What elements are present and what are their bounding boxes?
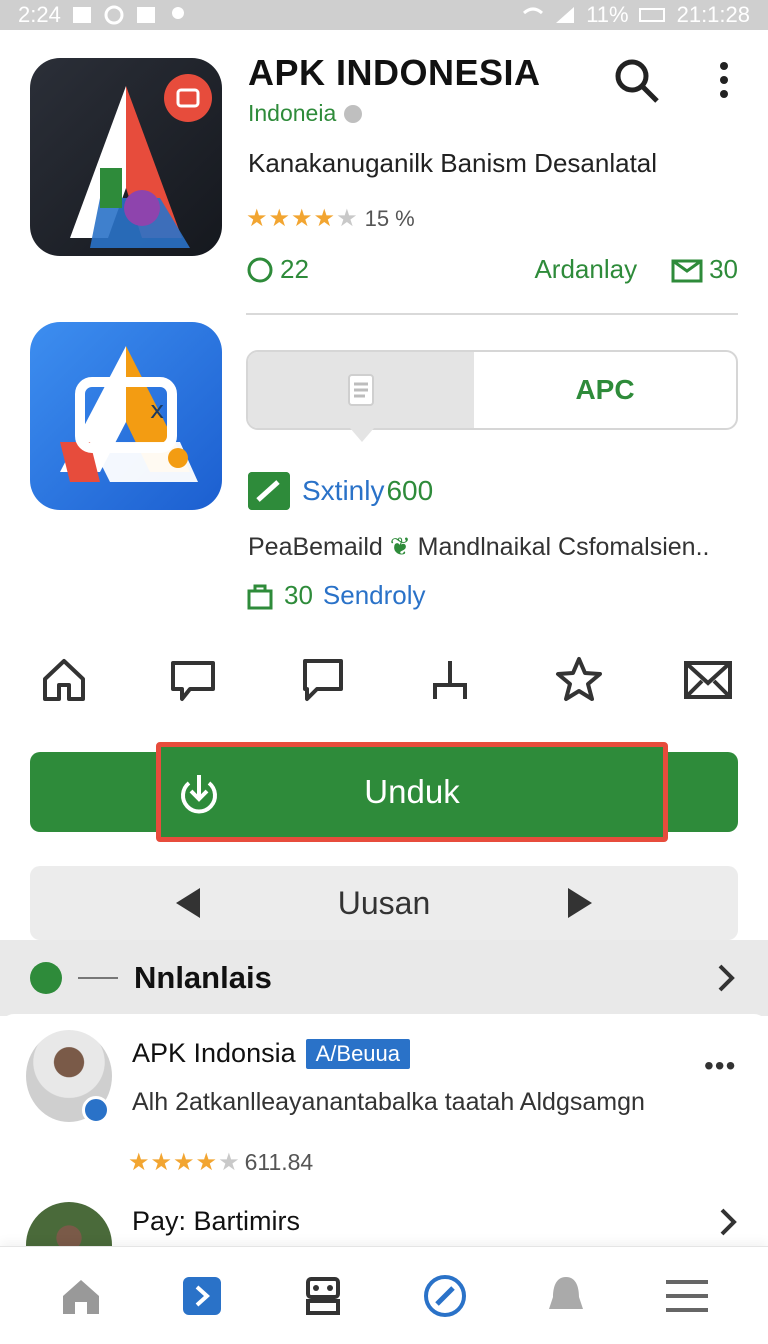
app-logo-icon (70, 74, 212, 248)
update-label[interactable]: Uusan (338, 885, 431, 922)
star-icon (556, 657, 603, 701)
tool-icon (248, 472, 290, 510)
document-icon (348, 374, 374, 406)
status-clock-right: 21:1:28 (676, 2, 750, 27)
wifi-icon (523, 7, 544, 15)
action-icon-row (30, 650, 742, 710)
segment-apc[interactable]: APC (474, 352, 736, 428)
segmented-control: APC (246, 350, 738, 442)
share-action[interactable] (422, 652, 478, 708)
compass-icon (423, 1274, 466, 1317)
nav-explore[interactable] (415, 1266, 475, 1326)
home-action[interactable] (36, 652, 92, 708)
app-logo-secondary-icon: x (60, 346, 198, 482)
download-icon (181, 775, 217, 814)
reviews-title: Nnlanlais (134, 960, 272, 995)
chevron-right-icon (718, 964, 735, 992)
robot-icon (306, 1276, 341, 1315)
feature-label: Sxtinly (302, 475, 385, 506)
store-icon (182, 1276, 221, 1315)
description-label: PeaBemaild (248, 533, 383, 561)
location-icon (171, 7, 184, 19)
sync-icon (104, 5, 124, 25)
battery-icon (638, 8, 665, 22)
bell-icon (548, 1276, 583, 1309)
user-circle-icon (30, 962, 62, 994)
chat-bubble-icon (247, 257, 273, 282)
prev-arrow-icon[interactable] (176, 888, 200, 918)
review-author-name: APK Indonsia (132, 1038, 296, 1068)
update-pager: Uusan (30, 866, 738, 940)
sen-count: 30 (284, 580, 313, 610)
header-dash (78, 977, 118, 979)
nav-notifications[interactable] (536, 1266, 596, 1326)
nav-store[interactable] (172, 1266, 232, 1326)
image-icon (136, 7, 155, 23)
menu-icon (666, 1279, 709, 1312)
home-icon (43, 659, 85, 701)
leaf-icon: ❦ (389, 533, 411, 561)
mail-icon (683, 661, 732, 699)
app-meta-row: 22 Ardanlay 30 (246, 254, 738, 285)
rating-percent: 15 % (364, 205, 415, 231)
app-title: APK INDONESIA (248, 52, 541, 93)
review-author-badge: A/Beuua (305, 1038, 411, 1069)
meta-category[interactable]: Ardanlay (534, 254, 637, 285)
feature-row[interactable]: Sxtinly 600 (248, 472, 433, 510)
chat-action[interactable] (165, 652, 221, 708)
star-rating-icon: ★★★★★ (246, 205, 359, 232)
review-rating-value: 611.84 (244, 1149, 314, 1175)
divider (246, 313, 738, 315)
more-vert-icon[interactable] (714, 60, 734, 100)
app-icon (30, 58, 222, 256)
app-rating: ★★★★★ 15 % (246, 204, 415, 233)
review-author-name[interactable]: Pay: Bartimirs (132, 1206, 300, 1237)
nav-menu[interactable] (657, 1266, 717, 1326)
signal-icon (556, 7, 575, 23)
segment-document[interactable] (248, 352, 474, 442)
inbox-icon (671, 259, 703, 282)
mail-action[interactable] (680, 652, 736, 708)
verified-icon (344, 104, 363, 123)
download-label: Unduk (364, 773, 460, 810)
home-icon (62, 1279, 99, 1314)
comment-icon (302, 659, 343, 701)
review-stars-icon: ★★★★★ (128, 1149, 241, 1176)
nav-home[interactable] (51, 1266, 111, 1326)
comment-action[interactable] (294, 652, 350, 708)
status-time: 2:24 (18, 2, 61, 27)
developer-name[interactable]: Indoneia (248, 100, 363, 127)
status-bar: 2:24 11% 21:1:28 (0, 0, 768, 30)
review-text: Alh 2atkanlleayanantabalka taatah Aldgsa… (132, 1088, 645, 1116)
chevron-right-icon[interactable] (716, 1206, 740, 1238)
review-rating: ★★★★★ 611.84 (128, 1148, 313, 1177)
sen-row[interactable]: 30 Sendroly (246, 580, 426, 611)
battery-level: 11% (586, 2, 629, 27)
favorite-action[interactable] (551, 652, 607, 708)
bottom-navigation (0, 1246, 768, 1344)
feature-suffix: 600 (386, 475, 434, 506)
reviews-header[interactable]: Nnlanlais (0, 940, 768, 1016)
meta-size: 30 (709, 254, 738, 284)
nav-robot[interactable] (293, 1266, 353, 1326)
verified-badge-icon (82, 1096, 110, 1124)
sen-label: Sendroly (322, 580, 426, 610)
app-tagline: Kanakanuganilk Banism Desanlatal (248, 148, 658, 178)
app-icon-secondary: x (30, 322, 222, 510)
chat-icon (170, 661, 215, 701)
download-button[interactable]: Unduk (156, 742, 668, 842)
developer-label: Indoneia (248, 100, 337, 126)
review-author[interactable]: APK Indonsia A/Beuua (132, 1038, 411, 1069)
search-icon[interactable] (612, 56, 662, 106)
next-arrow-icon[interactable] (568, 888, 592, 918)
svg-text:x: x (150, 396, 164, 424)
share-icon (433, 661, 468, 699)
more-horiz-icon[interactable]: ••• (704, 1050, 736, 1082)
bag-icon (247, 584, 273, 609)
notification-icon (72, 7, 91, 23)
description-text: Mandlnaikal Csfomalsien.. (417, 533, 710, 561)
meta-count: 22 (280, 254, 309, 284)
description-row: PeaBemaild ❦ Mandlnaikal Csfomalsien.. (248, 532, 709, 562)
